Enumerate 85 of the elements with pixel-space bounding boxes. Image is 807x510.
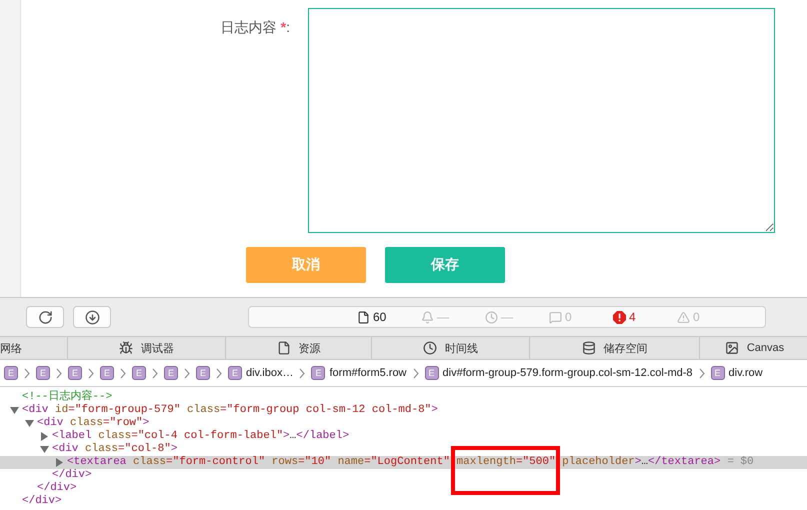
code-text: maxlength [456, 456, 516, 468]
code-text: ="form-group col-sm-12 col-md-8" [220, 404, 432, 416]
chevron-icon [152, 368, 158, 378]
closing-tag: </div> [22, 495, 62, 508]
code-text: … [641, 456, 648, 468]
status-count: 4 [629, 310, 636, 324]
code-text: <label [52, 430, 92, 442]
expanded-triangle-icon[interactable] [40, 445, 49, 454]
code-text: rows [270, 456, 298, 468]
chevron-icon [299, 368, 306, 378]
code-text: ="10" [298, 456, 332, 468]
code-text: class [97, 430, 132, 442]
code-text: placeholder [561, 456, 635, 468]
chevron-icon [120, 368, 126, 378]
reload-icon [38, 310, 52, 324]
warning-icon [677, 310, 690, 324]
expanded-triangle-icon[interactable] [10, 406, 19, 415]
chevron-icon [88, 368, 94, 378]
chevron-icon [412, 368, 419, 378]
code-text: </label> [296, 430, 350, 442]
code-text: ="col-8" [118, 443, 171, 455]
code-text: > [170, 443, 178, 455]
bug-icon [119, 341, 133, 355]
code-text: id [54, 404, 68, 416]
code-text: ="LogContent" [364, 456, 450, 468]
database-icon [582, 341, 596, 355]
document-icon [357, 310, 370, 324]
selected-node-marker: = $0 [726, 456, 754, 469]
status-count: — [437, 310, 449, 324]
code-text: > [283, 430, 290, 442]
code-text: class [132, 456, 166, 468]
chevron-icon [698, 368, 705, 378]
code-text: ="row" [103, 417, 143, 429]
breadcrumb-item[interactable]: E div.row [710, 366, 763, 380]
devtools-tab[interactable]: 储存空间 [530, 337, 700, 359]
devtools-tab[interactable]: 资源 [226, 337, 372, 359]
code-text: ="form-group-579" [68, 404, 180, 416]
download-button[interactable] [73, 306, 111, 328]
collapsed-triangle-icon[interactable] [55, 458, 64, 467]
closing-tag: </div> [52, 469, 92, 482]
code-text: ="500" [516, 456, 556, 468]
code-text: <div [22, 404, 48, 416]
code-text: ="form-control" [166, 456, 266, 468]
html-comment: <!--日志内容--> [22, 391, 112, 404]
code-text: <div [37, 417, 64, 429]
clock-icon [485, 310, 498, 324]
devtools-tab[interactable]: Canvas [700, 337, 807, 359]
devtools-tab[interactable]: 网络 [0, 337, 68, 359]
chevron-icon [24, 368, 30, 378]
code-text: … [290, 430, 296, 442]
collapsed-triangle-icon[interactable] [40, 432, 49, 441]
bell-icon [421, 310, 434, 324]
code-text: </textarea> [648, 456, 721, 468]
breadcrumb-item[interactable]: E div.ibox… [228, 366, 294, 380]
status-count: 0 [693, 310, 700, 324]
chevron-icon [56, 368, 62, 378]
code-text: ="col-4 col-form-label" [131, 430, 284, 442]
code-text: name [336, 456, 364, 468]
devtools-tab[interactable]: 时间线 [372, 337, 530, 359]
reload-button[interactable] [26, 306, 64, 328]
code-text: <textarea [67, 456, 126, 468]
message-icon [549, 310, 562, 324]
closing-tag: </div> [37, 482, 77, 495]
code-text: > [142, 417, 150, 429]
code-text: class [69, 417, 104, 429]
expanded-triangle-icon[interactable] [25, 419, 34, 428]
status-count: 0 [565, 310, 572, 324]
download-icon [84, 310, 100, 324]
code-text: > [431, 404, 438, 416]
code-text: class [84, 443, 118, 455]
document-icon [276, 341, 290, 355]
breadcrumb-item[interactable]: E div#form-group-579.form-group.col-sm-12.col-md-8 [424, 366, 693, 380]
status-count: — [501, 310, 513, 324]
image-icon [724, 341, 739, 355]
code-text: class [186, 404, 220, 416]
code-text: <div [52, 443, 78, 455]
status-count: 60 [373, 310, 386, 324]
clock-icon [423, 341, 437, 355]
chevron-icon [216, 368, 222, 378]
devtools-tab[interactable]: 调试器 [68, 337, 226, 359]
code-text: > [634, 456, 642, 468]
error-icon [613, 310, 626, 324]
field-label: 日志内容 *: [220, 19, 290, 37]
breadcrumb-item[interactable]: E form#form5.row [311, 366, 407, 380]
chevron-icon [184, 368, 190, 378]
